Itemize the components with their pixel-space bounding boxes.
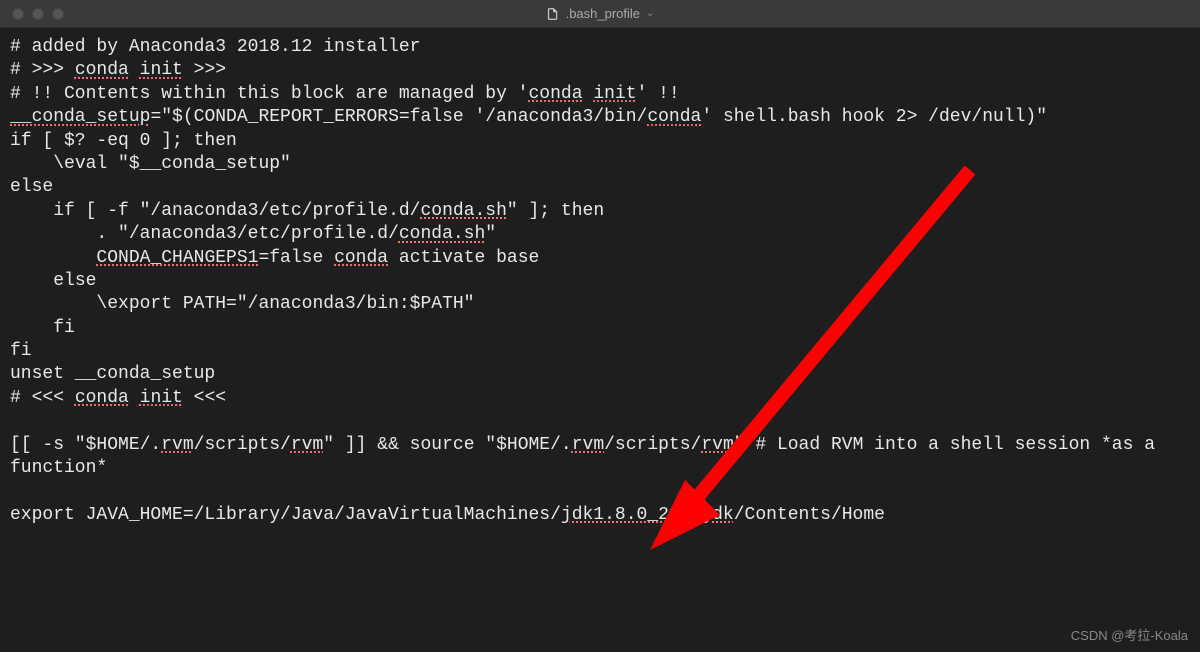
code-text: ' !! xyxy=(637,84,680,104)
spellcheck-underline: jdk1.8.0_211.jdk xyxy=(561,505,734,525)
code-text: if [ -f "/anaconda3/etc/profile.d/ xyxy=(10,201,420,221)
spellcheck-underline: init xyxy=(140,60,183,80)
code-text: . "/anaconda3/etc/profile.d/ xyxy=(10,224,399,244)
code-text: [[ -s "$HOME/. xyxy=(10,435,161,455)
code-line: \export PATH="/anaconda3/bin:$PATH" xyxy=(10,293,1190,316)
code-line: if [ $? -eq 0 ]; then xyxy=(10,130,1190,153)
code-text: # >>> xyxy=(10,60,75,80)
spellcheck-underline: conda xyxy=(647,107,701,127)
code-text: =false xyxy=(258,248,334,268)
editor-window: .bash_profile ⌄ # added by Anaconda3 201… xyxy=(0,0,1200,652)
code-line: [[ -s "$HOME/.rvm/scripts/rvm" ]] && sou… xyxy=(10,434,1190,481)
code-line: else xyxy=(10,176,1190,199)
code-text: \eval "$__conda_setup" xyxy=(10,154,291,174)
spellcheck-underline: rvm xyxy=(161,435,193,455)
code-text: " xyxy=(485,224,496,244)
spellcheck-underline: __conda_setup xyxy=(10,107,150,127)
code-text: else xyxy=(10,271,96,291)
title-center[interactable]: .bash_profile ⌄ xyxy=(546,6,655,21)
window-controls xyxy=(0,8,64,20)
code-text: unset __conda_setup xyxy=(10,364,215,384)
code-text: else xyxy=(10,177,53,197)
code-line: fi xyxy=(10,317,1190,340)
code-text xyxy=(129,60,140,80)
spellcheck-underline: conda xyxy=(334,248,388,268)
minimize-window-button[interactable] xyxy=(32,8,44,20)
maximize-window-button[interactable] xyxy=(52,8,64,20)
code-line: if [ -f "/anaconda3/etc/profile.d/conda.… xyxy=(10,200,1190,223)
code-text: activate base xyxy=(388,248,539,268)
code-line: # added by Anaconda3 2018.12 installer xyxy=(10,36,1190,59)
spellcheck-underline: CONDA_CHANGEPS1 xyxy=(96,248,258,268)
code-line: # <<< conda init <<< xyxy=(10,387,1190,410)
code-line: # >>> conda init >>> xyxy=(10,59,1190,82)
spellcheck-underline: init xyxy=(140,388,183,408)
code-text: fi xyxy=(10,341,32,361)
code-text: /Contents/Home xyxy=(734,505,885,525)
spellcheck-underline: rvm xyxy=(572,435,604,455)
code-text: # <<< xyxy=(10,388,75,408)
code-text: >>> xyxy=(183,60,226,80)
code-text: # added by Anaconda3 2018.12 installer xyxy=(10,37,420,57)
code-line xyxy=(10,410,1190,433)
spellcheck-underline: conda xyxy=(75,60,129,80)
watermark: CSDN @考拉-Koala xyxy=(1071,625,1188,644)
code-line: # !! Contents within this block are mana… xyxy=(10,83,1190,106)
code-line: \eval "$__conda_setup" xyxy=(10,153,1190,176)
code-text xyxy=(10,248,96,268)
close-window-button[interactable] xyxy=(12,8,24,20)
code-line: else xyxy=(10,270,1190,293)
code-text: ="$(CONDA_REPORT_ERRORS=false '/anaconda… xyxy=(150,107,647,127)
code-text: /scripts/ xyxy=(194,435,291,455)
code-line: export JAVA_HOME=/Library/Java/JavaVirtu… xyxy=(10,504,1190,527)
code-line: unset __conda_setup xyxy=(10,363,1190,386)
code-text: " ]; then xyxy=(507,201,604,221)
spellcheck-underline: conda.sh xyxy=(420,201,506,221)
code-text: " ]] && source "$HOME/. xyxy=(323,435,571,455)
spellcheck-underline: conda xyxy=(528,84,582,104)
code-text xyxy=(129,388,140,408)
code-text: <<< xyxy=(183,388,226,408)
spellcheck-underline: conda.sh xyxy=(399,224,485,244)
document-icon xyxy=(546,7,560,21)
titlebar[interactable]: .bash_profile ⌄ xyxy=(0,0,1200,28)
code-line: CONDA_CHANGEPS1=false conda activate bas… xyxy=(10,247,1190,270)
spellcheck-underline: rvm xyxy=(701,435,733,455)
spellcheck-underline: rvm xyxy=(291,435,323,455)
code-line: fi xyxy=(10,340,1190,363)
code-line: . "/anaconda3/etc/profile.d/conda.sh" xyxy=(10,223,1190,246)
editor-content[interactable]: # added by Anaconda3 2018.12 installer# … xyxy=(0,28,1200,652)
code-text: ' shell.bash hook 2> /dev/null)" xyxy=(701,107,1047,127)
code-text: /scripts/ xyxy=(604,435,701,455)
code-text: \export PATH="/anaconda3/bin:$PATH" xyxy=(10,294,474,314)
code-line: __conda_setup="$(CONDA_REPORT_ERRORS=fal… xyxy=(10,106,1190,129)
code-text: fi xyxy=(10,318,75,338)
title-filename: .bash_profile xyxy=(566,6,640,21)
code-text xyxy=(583,84,594,104)
code-text: # !! Contents within this block are mana… xyxy=(10,84,528,104)
code-line xyxy=(10,480,1190,503)
spellcheck-underline: conda xyxy=(75,388,129,408)
spellcheck-underline: init xyxy=(593,84,636,104)
code-text: export JAVA_HOME=/Library/Java/JavaVirtu… xyxy=(10,505,561,525)
chevron-down-icon: ⌄ xyxy=(646,8,654,19)
code-text: if [ $? -eq 0 ]; then xyxy=(10,131,237,151)
